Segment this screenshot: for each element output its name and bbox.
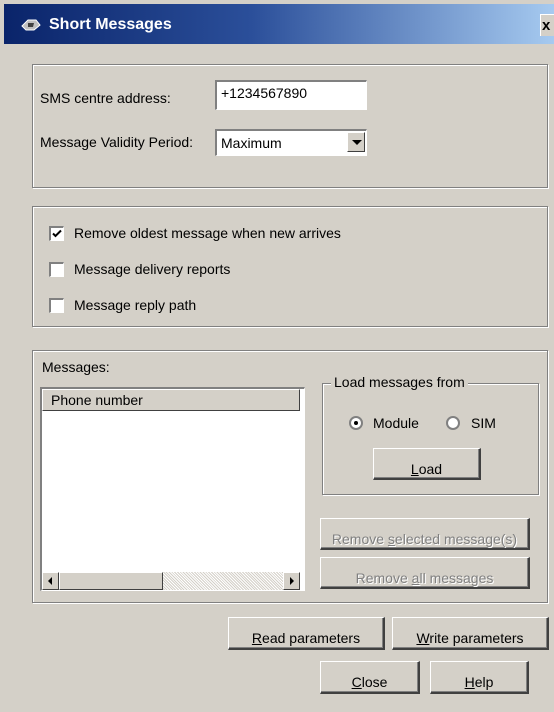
validity-period-label: Message Validity Period: bbox=[40, 134, 194, 150]
delivery-reports-checkbox[interactable] bbox=[49, 262, 64, 277]
load-button[interactable]: Load bbox=[373, 448, 481, 480]
scroll-right-button[interactable] bbox=[283, 572, 300, 590]
scrollbar-thumb[interactable] bbox=[59, 572, 163, 590]
phone-number-column-header[interactable]: Phone number bbox=[42, 389, 300, 411]
help-button[interactable]: Help bbox=[430, 661, 529, 694]
module-radio-label[interactable]: Module bbox=[373, 415, 419, 431]
remove-oldest-checkbox[interactable] bbox=[49, 226, 64, 241]
write-parameters-button[interactable]: Write parameters bbox=[392, 617, 549, 650]
remove-all-messages-button[interactable]: Remove all messages bbox=[320, 557, 530, 589]
arrow-right-icon bbox=[290, 577, 294, 585]
radio-selected-dot bbox=[354, 421, 358, 425]
reply-path-checkbox[interactable] bbox=[49, 298, 64, 313]
sms-centre-address-input[interactable]: +1234567890 bbox=[215, 80, 367, 110]
title-bar[interactable]: Short Messages x bbox=[4, 4, 554, 44]
messages-label: Messages: bbox=[42, 359, 110, 375]
short-messages-dialog: Short Messages x SMS centre address: +12… bbox=[0, 0, 554, 712]
validity-period-dropdown-button[interactable] bbox=[347, 132, 365, 152]
sim-radio[interactable] bbox=[446, 416, 460, 430]
validity-period-select[interactable]: Maximum bbox=[215, 129, 367, 156]
arrow-left-icon bbox=[48, 577, 52, 585]
sim-radio-label[interactable]: SIM bbox=[471, 415, 496, 431]
remove-selected-messages-button[interactable]: Remove selected message(s) bbox=[320, 518, 530, 550]
sms-centre-address-label: SMS centre address: bbox=[40, 90, 171, 106]
validity-period-value: Maximum bbox=[221, 135, 282, 151]
load-from-legend: Load messages from bbox=[331, 374, 468, 390]
remove-oldest-label[interactable]: Remove oldest message when new arrives bbox=[74, 225, 341, 241]
close-button[interactable]: Close bbox=[320, 661, 420, 694]
window-title: Short Messages bbox=[49, 16, 172, 33]
reply-path-label[interactable]: Message reply path bbox=[74, 297, 196, 313]
module-radio[interactable] bbox=[349, 416, 363, 430]
horizontal-scrollbar[interactable] bbox=[42, 572, 300, 590]
messages-list[interactable]: Phone number bbox=[40, 387, 305, 591]
checkmark-icon bbox=[52, 229, 62, 238]
phone-icon bbox=[21, 19, 41, 31]
read-parameters-button[interactable]: Read parameters bbox=[228, 617, 385, 650]
scroll-left-button[interactable] bbox=[42, 572, 59, 590]
close-window-button[interactable]: x bbox=[540, 14, 554, 36]
delivery-reports-label[interactable]: Message delivery reports bbox=[74, 261, 230, 277]
close-icon: x bbox=[542, 17, 551, 34]
phone-number-column-label: Phone number bbox=[51, 392, 143, 408]
chevron-down-icon bbox=[352, 140, 362, 145]
